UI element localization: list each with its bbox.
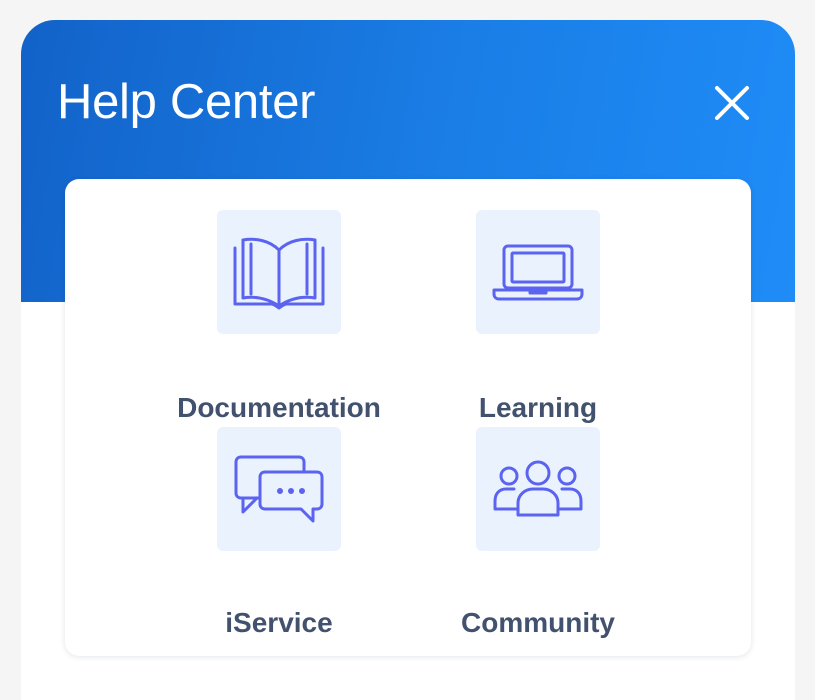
- people-group-icon: [493, 460, 583, 517]
- tile-documentation[interactable]: Documentation: [150, 210, 410, 423]
- tile-icon-box: [476, 210, 600, 334]
- tile-learning[interactable]: Learning: [409, 210, 669, 423]
- tile-icon-box: [217, 210, 341, 334]
- chat-bubbles-icon: [234, 455, 324, 523]
- close-button[interactable]: [704, 75, 760, 131]
- tile-label: Documentation: [177, 392, 381, 423]
- tile-label: Community: [461, 607, 615, 638]
- tile-iservice[interactable]: iService: [150, 427, 410, 638]
- page-title: Help Center: [57, 75, 316, 129]
- tile-icon-box: [217, 427, 341, 551]
- help-options-card: Documentation Learning iService Communit…: [65, 179, 751, 656]
- tile-label: Learning: [478, 392, 598, 423]
- open-book-icon: [233, 237, 325, 310]
- tile-icon-box: [476, 427, 600, 551]
- tile-community[interactable]: Community: [409, 427, 669, 638]
- laptop-icon: [492, 244, 584, 301]
- close-icon: [715, 86, 749, 120]
- tile-label: iService: [225, 607, 333, 638]
